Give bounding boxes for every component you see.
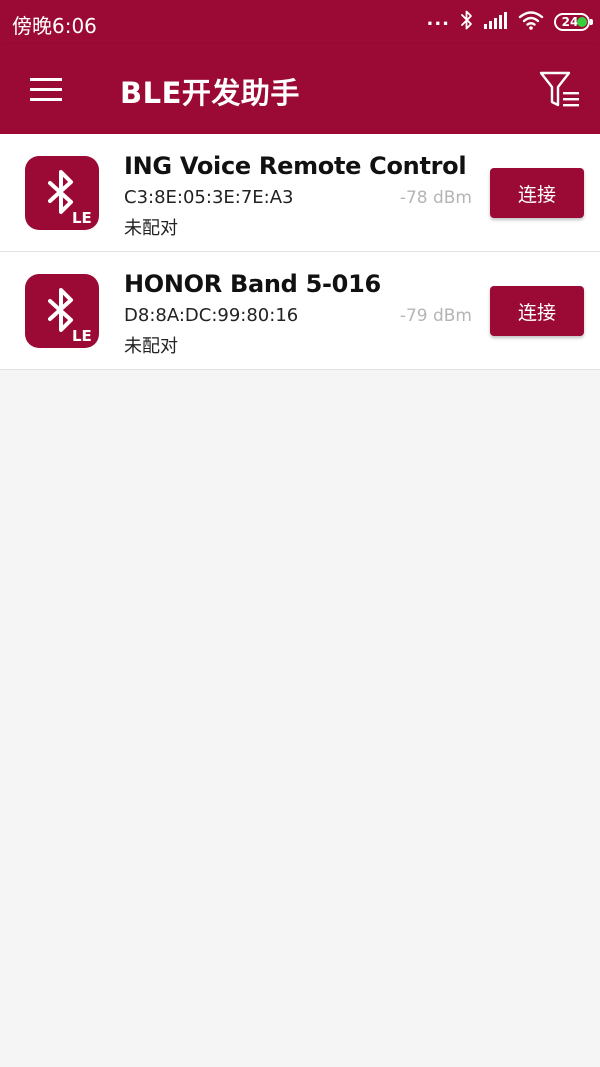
status-icons: ... 24 (426, 9, 593, 35)
device-mac-address: C3:8E:05:3E:7E:A3 (124, 187, 294, 208)
battery-charging-dot (577, 17, 587, 27)
bluetooth-le-icon: LE (25, 156, 99, 230)
device-list: LE ING Voice Remote Control C3:8E:05:3E:… (0, 134, 600, 370)
le-label: LE (72, 209, 92, 227)
battery-tip (590, 19, 593, 25)
bluetooth-icon (460, 9, 474, 35)
device-rssi: -78 dBm (399, 188, 472, 208)
status-bar: 傍晚6:06 ... 24 (0, 0, 600, 44)
device-bond-state: 未配对 (124, 336, 178, 357)
app-bar: BLE开发助手 (0, 44, 600, 134)
device-name: ING Voice Remote Control (124, 152, 467, 180)
battery-level: 24 (561, 15, 579, 29)
device-rssi: -79 dBm (399, 306, 472, 326)
status-time: 傍晚6:06 (12, 14, 97, 38)
wifi-icon (518, 10, 544, 34)
list-item[interactable]: LE ING Voice Remote Control C3:8E:05:3E:… (0, 134, 600, 252)
device-mac-address: D8:8A:DC:99:80:16 (124, 305, 299, 326)
le-label: LE (72, 327, 92, 345)
list-item[interactable]: LE HONOR Band 5-016 D8:8A:DC:99:80:16 未配… (0, 252, 600, 370)
device-name: HONOR Band 5-016 (124, 270, 381, 298)
filter-button[interactable] (536, 66, 584, 114)
connect-button[interactable]: 连接 (490, 286, 584, 336)
connect-button[interactable]: 连接 (490, 168, 584, 218)
bluetooth-le-icon: LE (25, 274, 99, 348)
menu-icon (30, 78, 62, 101)
device-bond-state: 未配对 (124, 218, 178, 239)
menu-button[interactable] (24, 68, 68, 112)
more-dots: ... (426, 9, 450, 30)
filter-icon (539, 71, 579, 107)
page-title: BLE开发助手 (120, 76, 300, 110)
battery-icon: 24 (554, 13, 593, 31)
signal-icon (484, 10, 508, 34)
